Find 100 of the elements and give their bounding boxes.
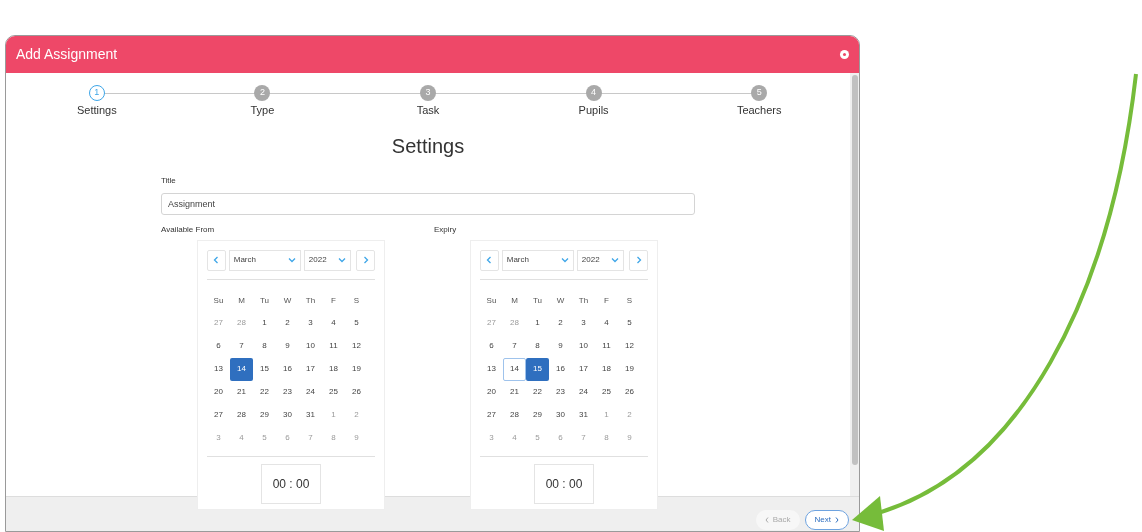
weekday-label: Su <box>212 294 225 307</box>
calendar-day[interactable]: 25 <box>595 380 618 404</box>
calendar-day[interactable]: 1 <box>526 311 549 335</box>
calendar-day[interactable]: 25 <box>322 380 345 404</box>
calendar-day[interactable]: 29 <box>253 403 276 427</box>
weekday-label: W <box>555 294 566 307</box>
calendar-day[interactable]: 21 <box>230 380 253 404</box>
chevron-down-icon <box>338 256 347 264</box>
calendar-day[interactable]: 28 <box>230 403 253 427</box>
next-month-button[interactable] <box>356 249 375 271</box>
calendar-day[interactable]: 3 <box>299 311 322 335</box>
calendar-day[interactable]: 4 <box>322 311 345 335</box>
previous-month-button[interactable] <box>207 249 226 271</box>
calendar-day[interactable]: 27 <box>480 403 503 427</box>
step-label: Task <box>416 103 440 118</box>
calendar-day[interactable]: 14 <box>230 357 253 381</box>
weekday-label: Th <box>577 294 590 307</box>
calendar-day[interactable]: 16 <box>549 357 572 381</box>
chevron-right-icon <box>362 256 369 264</box>
calendar-day[interactable]: 15 <box>253 357 276 381</box>
weekday-label: F <box>330 294 337 307</box>
chevron-left-icon <box>213 256 220 264</box>
calendar-day[interactable]: 20 <box>207 380 230 404</box>
weekday-label: Tu <box>258 294 270 307</box>
calendar-day[interactable]: 20 <box>480 380 503 404</box>
calendar-day[interactable]: 9 <box>549 334 572 358</box>
calendar-day[interactable]: 8 <box>253 334 276 358</box>
scrollbar[interactable] <box>850 73 859 496</box>
time-field[interactable]: 00 : 00 <box>261 463 321 504</box>
title-input[interactable]: Assignment <box>161 192 695 215</box>
weekday-label: M <box>510 294 519 307</box>
calendar-day[interactable]: 23 <box>549 380 572 404</box>
year-dropdown[interactable]: 2022 <box>303 249 352 271</box>
field-label: Available From <box>161 223 216 236</box>
step-label: Type <box>250 103 275 118</box>
calendar-day[interactable]: 13 <box>207 357 230 381</box>
calendar-day[interactable]: 18 <box>595 357 618 381</box>
month-dropdown[interactable]: March <box>501 249 574 271</box>
calendar-day[interactable]: 31 <box>572 403 595 427</box>
field-label: Expiry <box>434 223 458 236</box>
close-button[interactable] <box>840 50 849 59</box>
calendar-day[interactable]: 19 <box>618 357 641 381</box>
step-label: Pupils <box>578 103 609 118</box>
calendar-day[interactable]: 7 <box>230 334 253 358</box>
calendar-day[interactable]: 26 <box>618 380 641 404</box>
calendar-day[interactable]: 23 <box>276 380 299 404</box>
dialog-title: Add Assignment <box>16 45 118 64</box>
calendar-day[interactable]: 11 <box>322 334 345 358</box>
year-dropdown[interactable]: 2022 <box>576 249 625 271</box>
calendar-day[interactable]: 22 <box>253 380 276 404</box>
step-label: Settings <box>76 103 117 118</box>
calendar-day[interactable]: 5 <box>345 311 368 335</box>
calendar-day[interactable]: 15 <box>526 357 549 381</box>
field-label: Title <box>161 174 177 187</box>
calendar-day[interactable]: 24 <box>299 380 322 404</box>
calendar-day[interactable]: 6 <box>480 334 503 358</box>
calendar-day[interactable]: 18 <box>322 357 345 381</box>
previous-month-button[interactable] <box>480 249 499 271</box>
calendar-day[interactable]: 28 <box>503 403 526 427</box>
calendar-day[interactable]: 10 <box>299 334 322 358</box>
calendar-day[interactable]: 26 <box>345 380 368 404</box>
calendar-day[interactable]: 24 <box>572 380 595 404</box>
calendar-day[interactable]: 21 <box>503 380 526 404</box>
calendar-day[interactable]: 10 <box>572 334 595 358</box>
weekday-label: S <box>625 294 634 307</box>
calendar-day[interactable]: 16 <box>276 357 299 381</box>
time-field[interactable]: 00 : 00 <box>534 463 594 504</box>
calendar-day[interactable]: 2 <box>276 311 299 335</box>
footer-button[interactable]: Next <box>804 510 849 530</box>
calendar-day[interactable]: 31 <box>299 403 322 427</box>
chevron-down-icon <box>560 256 569 264</box>
calendar-day[interactable]: 13 <box>480 357 503 381</box>
calendar-day[interactable]: 17 <box>572 357 595 381</box>
month-dropdown[interactable]: March <box>228 249 301 271</box>
calendar-day[interactable]: 1 <box>253 311 276 335</box>
chevron-down-icon <box>287 256 296 264</box>
calendar-day[interactable]: 9 <box>276 334 299 358</box>
calendar-day[interactable]: 7 <box>503 334 526 358</box>
calendar-day[interactable]: 6 <box>207 334 230 358</box>
calendar-day[interactable]: 3 <box>572 311 595 335</box>
weekday-label: S <box>352 294 361 307</box>
calendar-day[interactable]: 30 <box>276 403 299 427</box>
calendar-day[interactable]: 19 <box>345 357 368 381</box>
next-month-button[interactable] <box>629 249 648 271</box>
calendar-day[interactable]: 2 <box>549 311 572 335</box>
weekday-label: M <box>237 294 246 307</box>
calendar-day[interactable]: 4 <box>595 311 618 335</box>
calendar-day[interactable]: 8 <box>526 334 549 358</box>
calendar-day[interactable]: 22 <box>526 380 549 404</box>
calendar-day[interactable]: 17 <box>299 357 322 381</box>
calendar-day[interactable]: 11 <box>595 334 618 358</box>
calendar-day[interactable]: 12 <box>345 334 368 358</box>
chevron-left-icon <box>764 517 769 523</box>
calendar-day[interactable]: 5 <box>618 311 641 335</box>
calendar-day[interactable]: 29 <box>526 403 549 427</box>
calendar-day[interactable]: 30 <box>549 403 572 427</box>
chevron-left-icon <box>486 256 493 264</box>
calendar-day[interactable]: 27 <box>207 403 230 427</box>
page-heading: Settings <box>391 133 465 159</box>
calendar-day[interactable]: 12 <box>618 334 641 358</box>
